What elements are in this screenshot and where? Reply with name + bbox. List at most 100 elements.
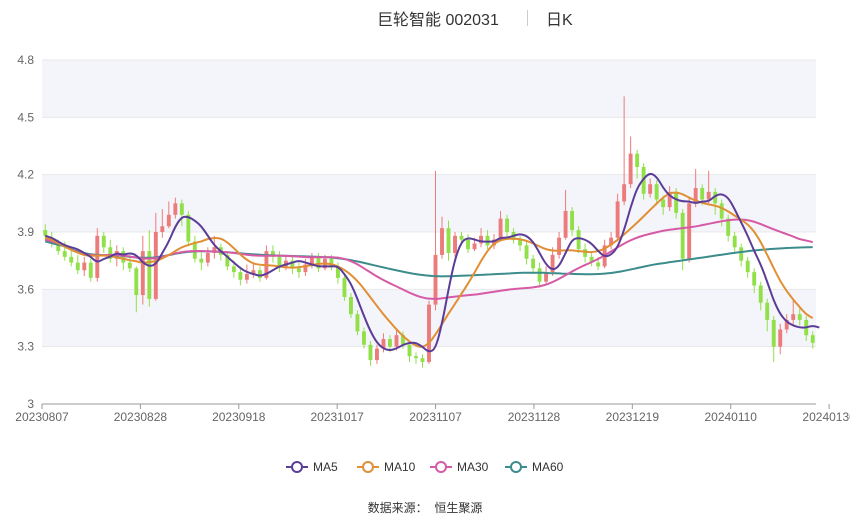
candle bbox=[544, 266, 549, 284]
candle bbox=[687, 197, 692, 263]
candle-body bbox=[810, 335, 815, 343]
candle-body bbox=[654, 184, 659, 200]
candle-body bbox=[765, 302, 770, 320]
candle bbox=[101, 232, 106, 254]
candle bbox=[576, 226, 581, 254]
legend-label: MA60 bbox=[532, 460, 564, 474]
candle-body bbox=[797, 314, 802, 320]
data-source-label: 数据来源： bbox=[367, 501, 428, 515]
candle-body bbox=[537, 268, 542, 282]
candle-body bbox=[628, 153, 633, 185]
y-axis-tick-labels: 3 3.3 3.6 3.9 4.2 4.5 4.8 bbox=[17, 53, 34, 411]
candle-body bbox=[231, 266, 236, 273]
candle-body bbox=[557, 237, 562, 255]
candle bbox=[251, 262, 256, 278]
y-tick-label: 4.5 bbox=[17, 110, 34, 124]
x-tick-label: 20240110 bbox=[704, 410, 757, 424]
candle bbox=[147, 230, 152, 307]
candle-body bbox=[440, 228, 444, 255]
y-tick-label: 3.9 bbox=[17, 225, 34, 239]
candle-body bbox=[596, 262, 601, 267]
candle-body bbox=[88, 262, 93, 278]
candle-body bbox=[498, 218, 503, 240]
legend-label: MA10 bbox=[384, 460, 416, 474]
candle bbox=[420, 354, 425, 368]
candlestick-chart[interactable]: 3 3.3 3.6 3.9 4.2 4.5 4.8 20230807 20230828 2023… bbox=[0, 0, 850, 516]
candle-body bbox=[362, 331, 366, 345]
candle bbox=[609, 232, 614, 250]
candle-body bbox=[127, 262, 132, 269]
candle-body bbox=[244, 274, 249, 280]
candle-body bbox=[583, 249, 588, 257]
candle bbox=[524, 239, 529, 265]
candle-body bbox=[134, 268, 139, 296]
candle-body bbox=[75, 262, 80, 271]
candle-body bbox=[661, 199, 666, 208]
x-tick-label: 20230828 bbox=[114, 410, 168, 424]
candle bbox=[296, 262, 301, 278]
candle bbox=[82, 256, 87, 276]
y-tick-label: 3 bbox=[27, 397, 34, 411]
candle-body bbox=[368, 344, 373, 361]
candle-body bbox=[348, 296, 353, 315]
candle bbox=[75, 254, 80, 275]
candle bbox=[485, 230, 490, 250]
candle bbox=[199, 251, 204, 271]
candle bbox=[745, 256, 750, 278]
candle-body bbox=[466, 239, 470, 250]
candle-body bbox=[752, 272, 757, 286]
x-tick-label: 20230807 bbox=[15, 410, 69, 424]
candle-body bbox=[82, 262, 87, 271]
candle-body bbox=[706, 191, 711, 200]
candle-body bbox=[739, 247, 744, 261]
candle-body bbox=[453, 235, 457, 254]
y-tick-label: 3.6 bbox=[17, 282, 34, 296]
x-tick-label: 20230918 bbox=[212, 410, 266, 424]
legend-item-ma10[interactable]: MA10 bbox=[357, 458, 415, 476]
candle-body bbox=[375, 348, 379, 361]
candle-body bbox=[420, 358, 425, 362]
candle bbox=[205, 247, 210, 267]
candle-body bbox=[205, 253, 210, 263]
x-axis: 20230807 20230828 20230918 20231017 20231107… bbox=[15, 403, 850, 424]
plot-band bbox=[42, 60, 816, 118]
candle-body bbox=[791, 314, 796, 320]
candle-body bbox=[635, 153, 640, 168]
candle-body bbox=[648, 184, 653, 194]
data-source-name: 恒生聚源 bbox=[434, 501, 483, 515]
candle-body bbox=[296, 268, 301, 273]
y-tick-label: 3.3 bbox=[17, 340, 34, 354]
candle-body bbox=[719, 203, 724, 219]
candle bbox=[192, 235, 197, 263]
candle bbox=[108, 239, 113, 263]
candle-body bbox=[43, 230, 48, 236]
candle-body bbox=[173, 203, 178, 215]
x-tick-label: 20231219 bbox=[606, 410, 660, 424]
candle-body bbox=[62, 251, 67, 257]
candle bbox=[69, 251, 74, 267]
candle bbox=[583, 243, 588, 263]
x-tick-label: 20231128 bbox=[508, 410, 561, 424]
y-tick-label: 4.8 bbox=[17, 53, 34, 67]
candle bbox=[557, 232, 562, 259]
y-tick-label: 4.2 bbox=[17, 168, 34, 182]
candle-body bbox=[758, 285, 763, 303]
candle-body bbox=[570, 210, 575, 231]
candle bbox=[739, 243, 744, 267]
legend-item-ma30[interactable]: MA30 bbox=[430, 458, 488, 476]
candle-body bbox=[407, 344, 412, 357]
plot-band bbox=[42, 174, 816, 232]
candle-body bbox=[179, 203, 184, 215]
legend-marker-icon bbox=[286, 461, 308, 473]
candle-body bbox=[427, 304, 431, 362]
candle-body bbox=[95, 235, 100, 278]
candle bbox=[537, 262, 542, 286]
candle-body bbox=[563, 210, 568, 238]
candle-body bbox=[674, 191, 679, 213]
legend-item-ma60[interactable]: MA60 bbox=[505, 458, 563, 476]
candle bbox=[88, 258, 93, 282]
legend-item-ma5[interactable]: MA5 bbox=[286, 458, 338, 476]
x-tick-label: 20240130 bbox=[802, 410, 850, 424]
candle bbox=[466, 233, 470, 254]
candle bbox=[375, 344, 379, 364]
